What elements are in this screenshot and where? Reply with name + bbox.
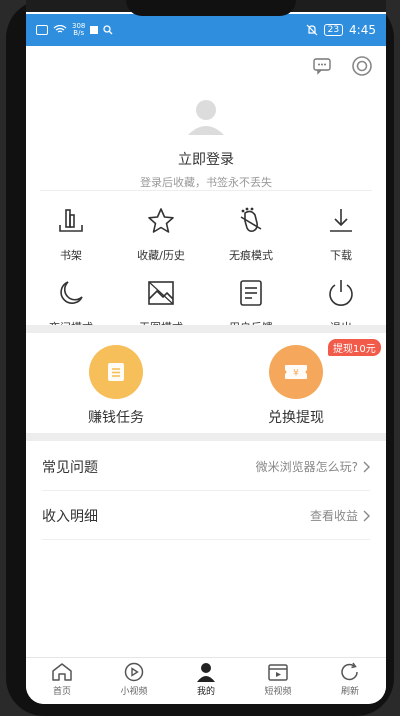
- task-list-icon: [89, 345, 143, 399]
- no-image-icon: [148, 281, 174, 305]
- status-bar: 308 B/s 23 4:45: [26, 14, 386, 46]
- bottom-nav: 首页 小视频 我的 短视频 刷新: [26, 657, 386, 704]
- grid-item-no-trace[interactable]: 无痕模式: [206, 205, 296, 263]
- nav-refresh[interactable]: 刷新: [314, 658, 386, 704]
- login-title[interactable]: 立即登录: [26, 149, 386, 169]
- nav-small-video[interactable]: 小视频: [98, 658, 170, 704]
- grid-item-bookshelf[interactable]: 书架: [26, 205, 116, 263]
- chevron-right-icon: [363, 510, 370, 521]
- chevron-right-icon: [363, 461, 370, 472]
- task-section: 赚钱任务 提现10元 ¥ 兑换提现: [26, 339, 386, 427]
- moon-icon: [60, 281, 83, 304]
- download-icon: [330, 209, 352, 232]
- battery-indicator: 23: [323, 24, 344, 36]
- withdraw-badge: 提现10元: [328, 339, 381, 356]
- login-section[interactable]: 立即登录 登录后收藏，书签永不丢失: [26, 95, 386, 190]
- income-hint: 查看收益: [309, 509, 358, 523]
- feature-grid: 书架 收藏/历史 无痕模式 下载 夜间模式 无图模式: [26, 205, 386, 335]
- star-icon: [148, 208, 174, 233]
- nav-short-video[interactable]: 短视频: [242, 658, 314, 704]
- net-speed: 308 B/s: [72, 22, 86, 37]
- power-icon: [329, 280, 353, 306]
- mute-bell-icon: [306, 24, 318, 36]
- feedback-icon: [240, 280, 262, 306]
- grid-item-favorites[interactable]: 收藏/历史: [116, 205, 206, 263]
- clapperboard-icon: [268, 664, 288, 681]
- search-status-icon: [103, 25, 113, 35]
- play-circle-icon: [124, 662, 144, 682]
- section-separator: [26, 433, 386, 441]
- faq-row[interactable]: 常见问题 微米浏览器怎么玩?: [42, 443, 370, 491]
- svg-text:¥: ¥: [293, 369, 299, 379]
- income-row[interactable]: 收入明细 查看收益: [42, 492, 370, 540]
- earn-task-button[interactable]: 赚钱任务: [26, 345, 206, 427]
- message-icon[interactable]: [310, 54, 334, 78]
- avatar-icon[interactable]: [184, 95, 228, 139]
- divider: [40, 190, 372, 191]
- screen: 308 B/s 23 4:45 立即登录 登录后收藏，书签永不丢失 书架 收藏/…: [26, 0, 386, 704]
- header-actions: [310, 54, 374, 78]
- phone-frame: 308 B/s 23 4:45 立即登录 登录后收藏，书签永不丢失 书架 收藏/…: [6, 0, 394, 716]
- refresh-icon: [341, 662, 358, 681]
- bookshelf-icon: [59, 209, 83, 232]
- exchange-withdraw-button[interactable]: 提现10元 ¥ 兑换提现: [206, 339, 386, 427]
- camera-notch: [126, 0, 296, 16]
- nav-mine[interactable]: 我的: [170, 658, 242, 704]
- notification-icon: [90, 26, 99, 34]
- nav-home[interactable]: 首页: [26, 658, 98, 704]
- faq-hint: 微米浏览器怎么玩?: [255, 460, 358, 474]
- grid-item-download[interactable]: 下载: [296, 205, 386, 263]
- section-separator: [26, 325, 386, 333]
- person-icon: [197, 663, 215, 682]
- clock: 4:45: [349, 23, 376, 37]
- login-subtitle: 登录后收藏，书签永不丢失: [140, 176, 272, 189]
- sim-icon: [36, 25, 48, 35]
- wifi-icon: [53, 25, 67, 33]
- no-trace-icon: [240, 207, 262, 232]
- coupon-icon: ¥: [269, 345, 323, 399]
- home-icon: [52, 663, 72, 681]
- settings-icon[interactable]: [350, 54, 374, 78]
